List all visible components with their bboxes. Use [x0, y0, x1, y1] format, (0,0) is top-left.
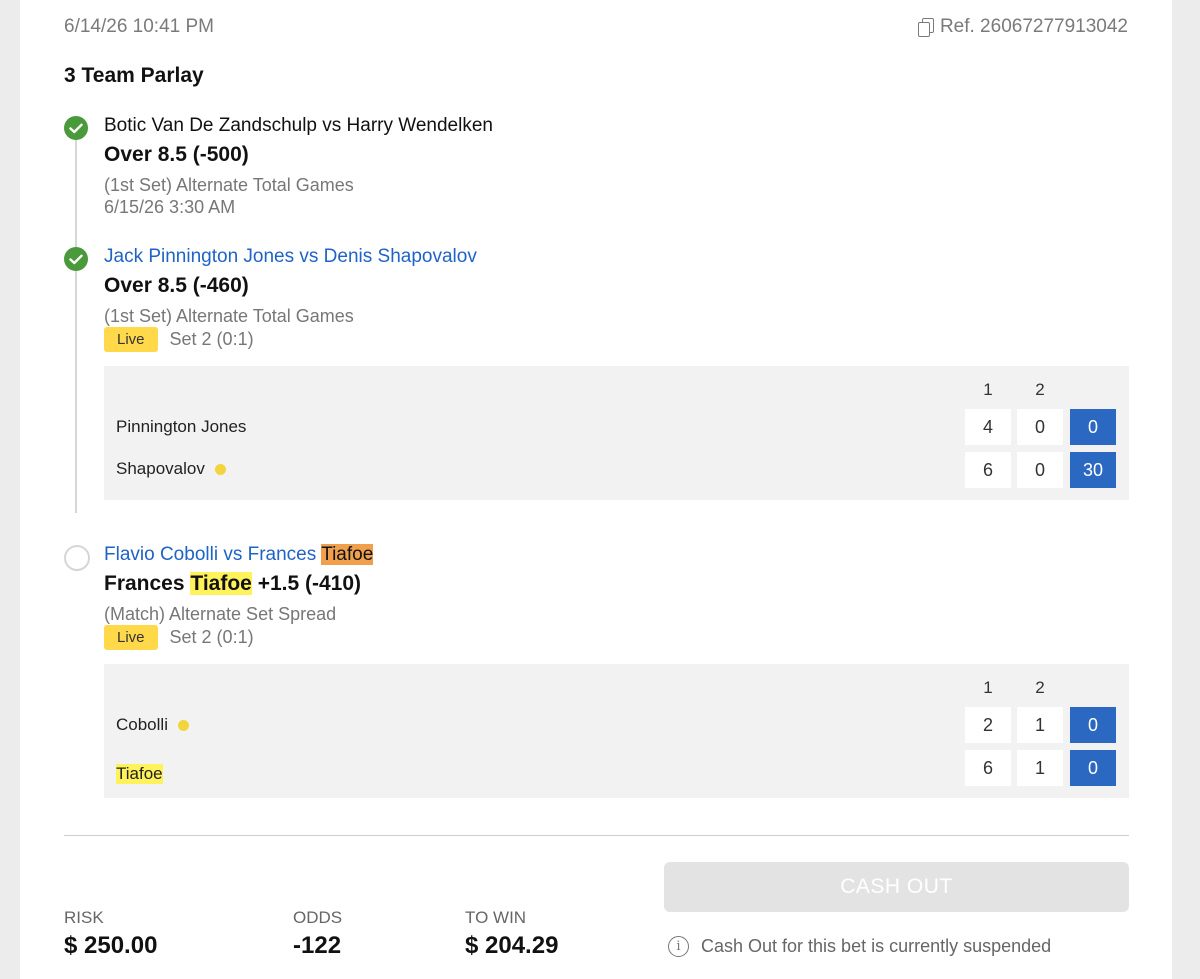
leg-3-scoreboard: 1 2 Cobolli 2 1 0 Tiafoe 6 1 0: [104, 664, 1129, 798]
pending-circle-icon: [64, 545, 90, 571]
info-icon[interactable]: i: [668, 936, 689, 957]
cash-out-button[interactable]: CASH OUT: [664, 862, 1129, 912]
game-points: 0: [1070, 707, 1116, 743]
leg-3-matchup-link[interactable]: Flavio Cobolli vs Frances Tiafoe: [104, 544, 374, 566]
set-info: Set 2 (0:1): [169, 329, 254, 349]
to-win-label: TO WIN: [465, 908, 527, 927]
serving-indicator-icon: [177, 719, 189, 731]
search-highlight: Tiafoe: [321, 544, 374, 565]
game-points: 0: [1070, 750, 1116, 786]
bet-title: 3 Team Parlay: [64, 64, 204, 87]
leg-2-scoreboard: 1 2 Pinnington Jones 4 0 0 Shapovalov 6 …: [104, 366, 1129, 500]
set-score: 6: [965, 452, 1011, 488]
bet-reference[interactable]: Ref. 26067277913042: [917, 16, 1128, 38]
set-1-header: 1: [983, 380, 993, 399]
set-2-header: 2: [1035, 678, 1045, 697]
leg-1-pick: Over 8.5 (-500): [104, 143, 249, 166]
copy-icon[interactable]: [917, 18, 934, 37]
leg-2-live-status: Live Set 2 (0:1): [104, 327, 254, 352]
search-highlight: Tiafoe: [116, 764, 163, 784]
leg-3-live-status: Live Set 2 (0:1): [104, 625, 254, 650]
set-score: 0: [1017, 409, 1063, 445]
live-badge: Live: [104, 327, 158, 352]
set-score: 1: [1017, 707, 1063, 743]
leg-2-matchup-link[interactable]: Jack Pinnington Jones vs Denis Shapovalo…: [104, 246, 477, 268]
bet-card: 6/14/26 10:41 PM Ref. 26067277913042 3 T…: [20, 0, 1172, 979]
cash-out-notice: i Cash Out for this bet is currently sus…: [668, 936, 1051, 957]
timeline-line: [75, 138, 77, 513]
set-score: 0: [1017, 452, 1063, 488]
reference-number: Ref. 26067277913042: [939, 16, 1128, 37]
player-name: Shapovalov: [116, 459, 226, 479]
odds-label: ODDS: [293, 908, 343, 927]
set-score: 6: [965, 750, 1011, 786]
search-highlight: Tiafoe: [190, 572, 252, 595]
set-1-header: 1: [983, 678, 993, 697]
set-2-header: 2: [1035, 380, 1045, 399]
set-score: 2: [965, 707, 1011, 743]
set-score: 4: [965, 409, 1011, 445]
won-check-icon: [64, 116, 88, 140]
set-score: 1: [1017, 750, 1063, 786]
to-win-value: $ 204.29: [465, 932, 559, 959]
live-badge: Live: [104, 625, 158, 650]
leg-1-matchup: Botic Van De Zandschulp vs Harry Wendelk…: [104, 115, 493, 136]
won-check-icon: [64, 247, 88, 271]
risk-value: $ 250.00: [64, 932, 158, 959]
serving-indicator-icon: [214, 463, 226, 475]
odds-value: -122: [293, 932, 342, 959]
leg-1-market: (1st Set) Alternate Total Games: [104, 175, 354, 195]
bet-datetime: 6/14/26 10:41 PM: [64, 16, 214, 37]
leg-3-market: (Match) Alternate Set Spread: [104, 604, 337, 624]
leg-1-start-time: 6/15/26 3:30 AM: [104, 197, 236, 217]
game-points: 30: [1070, 452, 1116, 488]
set-info: Set 2 (0:1): [169, 627, 254, 647]
leg-2-market: (1st Set) Alternate Total Games: [104, 306, 354, 326]
player-name: Pinnington Jones: [116, 417, 247, 436]
leg-2-pick: Over 8.5 (-460): [104, 274, 249, 297]
player-name: Tiafoe: [116, 764, 163, 784]
game-points: 0: [1070, 409, 1116, 445]
risk-label: RISK: [64, 908, 104, 927]
divider: [64, 835, 1129, 836]
leg-3-pick: Frances Tiafoe +1.5 (-410): [104, 572, 362, 595]
player-name: Cobolli: [116, 715, 189, 735]
